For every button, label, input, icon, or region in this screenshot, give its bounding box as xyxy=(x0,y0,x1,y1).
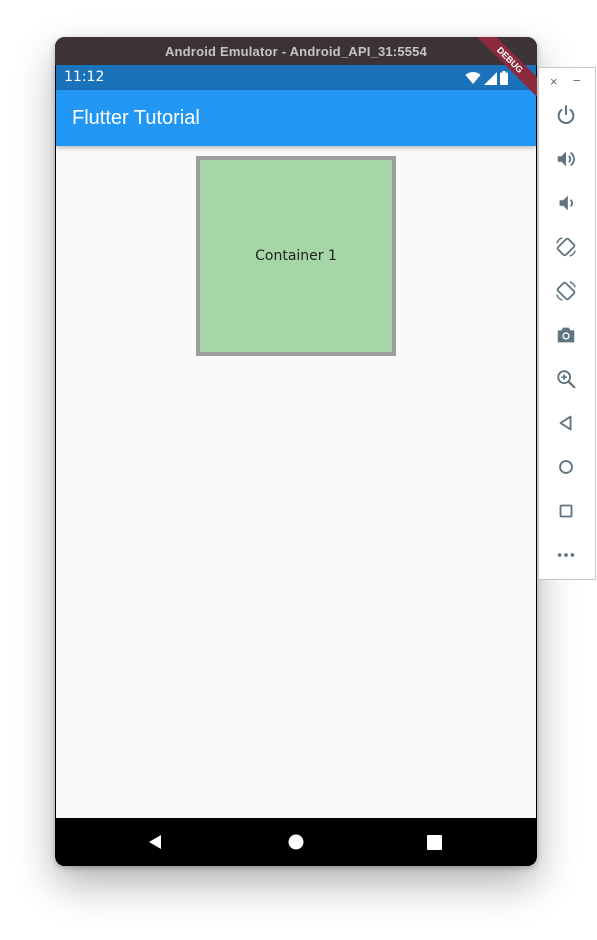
emulator-window: Android Emulator - Android_API_31:5554 1… xyxy=(55,37,537,866)
navigation-bar xyxy=(56,818,536,866)
volume-up-icon xyxy=(557,151,575,167)
container-label: Container 1 xyxy=(255,248,337,264)
minimize-button[interactable]: − xyxy=(573,73,581,88)
status-icons xyxy=(465,70,508,86)
overview-icon xyxy=(559,504,573,518)
recents-icon xyxy=(426,834,442,850)
side-toolbar-header: × − xyxy=(539,72,597,92)
screen: Android Emulator - Android_API_31:5554 1… xyxy=(0,0,597,940)
rotate-left-icon xyxy=(556,237,576,257)
rotate-right-button[interactable] xyxy=(553,278,579,304)
volume-down-icon xyxy=(559,195,573,211)
nav-recents-button[interactable] xyxy=(422,830,446,854)
screenshot-button[interactable] xyxy=(553,322,579,348)
toolbar-back-button[interactable] xyxy=(553,410,579,436)
window-title: Android Emulator - Android_API_31:5554 xyxy=(164,43,428,59)
more-button[interactable] xyxy=(553,542,579,568)
close-button[interactable]: × xyxy=(550,74,558,89)
app-body: Container 1 xyxy=(56,146,536,818)
toolbar-home-button[interactable] xyxy=(553,454,579,480)
nav-home-button[interactable] xyxy=(284,830,308,854)
camera-icon xyxy=(557,327,575,343)
wifi-icon xyxy=(465,72,481,84)
signal-icon xyxy=(484,71,497,85)
status-bar: 11:12 xyxy=(56,65,536,90)
nav-back-button[interactable] xyxy=(143,830,167,854)
zoom-button[interactable] xyxy=(553,366,579,392)
volume-down-button[interactable] xyxy=(553,190,579,216)
more-icon xyxy=(557,553,575,557)
emulator-side-toolbar: × − xyxy=(538,67,596,580)
rotate-left-button[interactable] xyxy=(553,234,579,260)
power-icon xyxy=(557,105,575,124)
back-icon xyxy=(559,415,572,431)
window-title-bar[interactable]: Android Emulator - Android_API_31:5554 xyxy=(55,37,537,65)
volume-up-button[interactable] xyxy=(553,146,579,172)
home-icon xyxy=(559,460,573,474)
power-button[interactable] xyxy=(553,102,579,128)
rotate-right-icon xyxy=(556,281,576,301)
back-icon xyxy=(149,835,161,849)
toolbar-overview-button[interactable] xyxy=(553,498,579,524)
zoom-icon xyxy=(557,370,576,389)
status-time: 11:12 xyxy=(64,69,105,85)
battery-icon xyxy=(500,71,508,85)
container-1: Container 1 xyxy=(196,156,396,356)
home-icon xyxy=(288,834,304,850)
app-title: Flutter Tutorial xyxy=(72,107,200,129)
app-bar: Flutter Tutorial xyxy=(56,90,536,146)
